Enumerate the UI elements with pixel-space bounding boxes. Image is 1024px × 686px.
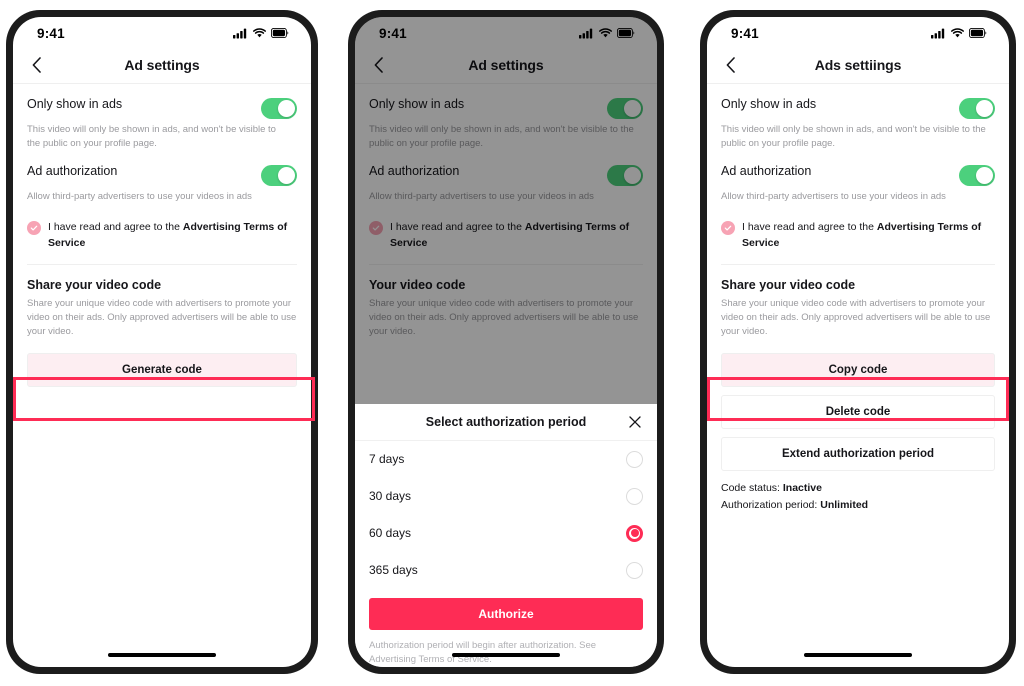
setting-only-show-in-ads: Only show in ads This video will only be… xyxy=(27,84,297,151)
setting-description: This video will only be shown in ads, an… xyxy=(27,124,276,149)
nav-bar: Ads settiings xyxy=(707,47,1009,84)
setting-row-header: Ad authorization xyxy=(27,151,297,186)
code-status-block: Code status: Inactive Authorization peri… xyxy=(721,480,995,513)
code-status-value: Inactive xyxy=(782,482,822,495)
close-icon[interactable] xyxy=(627,414,643,430)
option-label: 60 days xyxy=(369,526,412,540)
option-label: 365 days xyxy=(369,563,418,577)
setting-title: Only show in ads xyxy=(721,97,817,111)
option-365-days[interactable]: 365 days xyxy=(369,552,643,589)
sheet-title: Select authorization period xyxy=(425,414,587,429)
setting-description: This video will only be shown in ads, an… xyxy=(721,124,986,149)
toggle-only-show-in-ads[interactable] xyxy=(959,98,995,119)
terms-prefix: I have read and agree to the xyxy=(742,221,877,234)
authorization-period-value: Unlimited xyxy=(820,498,869,511)
check-circle-icon[interactable] xyxy=(721,221,735,236)
phone-mockup-2: 9:41 Ad settings Only show in ads This v… xyxy=(348,10,664,674)
terms-agreement-text: I have read and agree to the Advertising… xyxy=(48,220,297,250)
option-label: 30 days xyxy=(369,489,412,503)
battery-icon xyxy=(969,28,987,38)
status-bar-time: 9:41 xyxy=(37,25,65,41)
wifi-icon xyxy=(951,28,964,38)
home-indicator xyxy=(108,653,216,657)
toggle-ad-authorization[interactable] xyxy=(959,164,995,186)
radio-button[interactable] xyxy=(626,450,643,468)
toggle-knob xyxy=(976,166,993,184)
toggle-knob xyxy=(278,166,295,184)
toggle-ad-authorization[interactable] xyxy=(261,164,297,186)
status-bar: 9:41 xyxy=(707,17,1009,47)
settings-content: Only show in ads This video will only be… xyxy=(707,84,1009,513)
generate-code-button[interactable]: Generate code xyxy=(27,353,297,388)
phone-3-screen: 9:41 Ads settiings Only show in ads This… xyxy=(707,17,1009,667)
nav-bar: Ad settings xyxy=(13,47,311,84)
radio-button[interactable] xyxy=(626,561,643,579)
status-bar-time: 9:41 xyxy=(731,25,759,41)
page-title: Ad settings xyxy=(124,57,200,73)
setting-row-header: Only show in ads xyxy=(721,84,995,119)
phone-1-screen: 9:41 Ad settings Only show in ads This v… xyxy=(13,17,311,667)
sheet-footnote: Authorization period will begin after au… xyxy=(369,639,597,665)
home-indicator xyxy=(452,653,560,657)
radio-button[interactable] xyxy=(626,487,643,505)
option-label: 7 days xyxy=(369,452,405,466)
section-title: Share your video code xyxy=(27,277,162,292)
delete-code-button[interactable]: Delete code xyxy=(721,395,995,430)
phone-mockup-3: 9:41 Ads settiings Only show in ads This… xyxy=(700,10,1016,674)
back-button[interactable] xyxy=(719,54,741,76)
authorize-button[interactable]: Authorize xyxy=(369,597,643,630)
setting-title: Only show in ads xyxy=(27,97,123,111)
setting-title: Ad authorization xyxy=(27,163,118,178)
extend-authorization-period-button[interactable]: Extend authorization period xyxy=(721,437,995,472)
option-60-days[interactable]: 60 days xyxy=(369,515,643,552)
terms-agreement-row[interactable]: I have read and agree to the Advertising… xyxy=(721,203,995,263)
setting-ad-authorization: Ad authorization Allow third-party adver… xyxy=(721,151,995,204)
radio-button-selected[interactable] xyxy=(626,524,643,542)
status-bar: 9:41 xyxy=(13,17,311,47)
cellular-icon xyxy=(931,28,946,39)
code-status-label: Code status: xyxy=(721,482,780,495)
home-indicator xyxy=(804,653,912,657)
authorization-period-label: Authorization period: xyxy=(721,498,818,511)
page-title: Ads settiings xyxy=(814,57,902,73)
toggle-knob xyxy=(278,100,295,117)
setting-title: Ad authorization xyxy=(721,163,812,178)
screenshot-stage: 9:41 Ad settings Only show in ads This v… xyxy=(0,0,1024,686)
terms-agreement-row[interactable]: I have read and agree to the Advertising… xyxy=(27,203,297,263)
back-button[interactable] xyxy=(25,54,47,76)
battery-icon xyxy=(271,28,289,38)
authorization-period-line: Authorization period: Unlimited xyxy=(721,497,995,513)
settings-content: Only show in ads This video will only be… xyxy=(13,84,311,388)
option-30-days[interactable]: 30 days xyxy=(369,478,643,515)
authorization-period-options: 7 days 30 days 60 days 365 days xyxy=(355,441,657,589)
terms-agreement-text: I have read and agree to the Advertising… xyxy=(742,220,995,250)
code-status-line: Code status: Inactive xyxy=(721,480,995,496)
section-description: Share your unique video code with advert… xyxy=(721,297,991,338)
status-bar-icons xyxy=(931,28,987,39)
phone-mockup-1: 9:41 Ad settings Only show in ads This v… xyxy=(6,10,318,674)
setting-ad-authorization: Ad authorization Allow third-party adver… xyxy=(27,151,297,204)
terms-prefix: I have read and agree to the xyxy=(48,221,183,234)
setting-description: Allow third-party advertisers to use you… xyxy=(27,190,252,202)
phone-2-screen: 9:41 Ad settings Only show in ads This v… xyxy=(355,17,657,667)
toggle-only-show-in-ads[interactable] xyxy=(261,98,297,119)
status-bar-icons xyxy=(233,28,289,39)
setting-description: Allow third-party advertisers to use you… xyxy=(721,190,946,202)
sheet-header: Select authorization period xyxy=(355,404,657,441)
copy-code-button[interactable]: Copy code xyxy=(721,353,995,388)
setting-row-header: Only show in ads xyxy=(27,84,297,119)
option-7-days[interactable]: 7 days xyxy=(369,441,643,478)
section-description: Share your unique video code with advert… xyxy=(27,297,297,338)
authorization-period-sheet: Select authorization period 7 days 30 da… xyxy=(355,403,657,667)
wifi-icon xyxy=(253,28,266,38)
toggle-knob xyxy=(976,100,993,117)
check-circle-icon[interactable] xyxy=(27,221,41,236)
setting-only-show-in-ads: Only show in ads This video will only be… xyxy=(721,84,995,151)
cellular-icon xyxy=(233,28,248,39)
section-title: Share your video code xyxy=(721,277,856,292)
setting-row-header: Ad authorization xyxy=(721,151,995,186)
